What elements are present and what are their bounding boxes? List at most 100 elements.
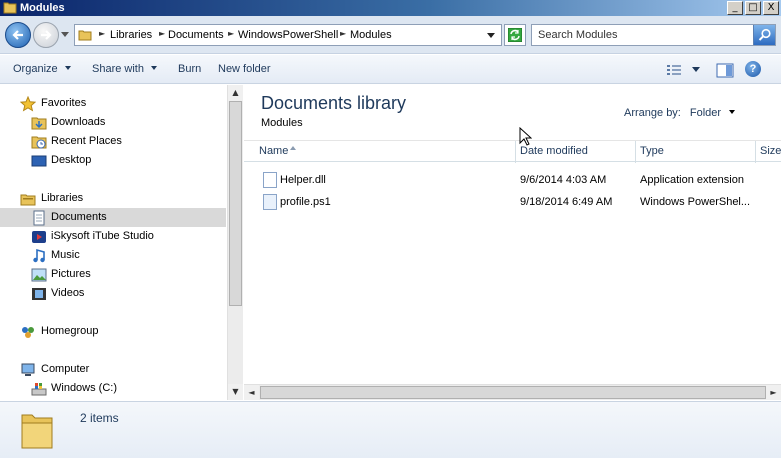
search-placeholder: Search Modules [538,29,618,41]
computer-icon [21,363,35,376]
column-header-name[interactable]: Name [259,145,288,157]
file-date: 9/6/2014 4:03 AM [520,174,607,186]
recent-pages-dropdown-icon[interactable] [61,32,69,38]
breadcrumb-documents[interactable]: Documents [168,29,224,41]
column-divider[interactable] [635,141,636,163]
forward-button[interactable] [33,22,59,48]
organize-menu[interactable]: Organize [13,63,71,75]
refresh-button[interactable] [504,24,526,46]
sort-ascending-icon [290,146,296,150]
nav-item-libraries[interactable]: Libraries [0,189,226,208]
view-options-dropdown-icon[interactable] [692,67,700,73]
documents-icon [33,210,45,226]
file-name: profile.ps1 [280,196,331,208]
folder-icon [3,2,17,14]
file-row[interactable]: profile.ps1 9/18/2014 6:49 AM Windows Po… [260,192,780,212]
homegroup-icon [22,327,34,338]
nav-item-favorites[interactable]: Favorites [0,94,226,113]
search-button[interactable] [753,25,775,45]
new-folder-button[interactable]: New folder [218,63,271,75]
library-title: Documents library [261,93,407,113]
breadcrumb-arrow-icon[interactable]: ► [99,29,105,38]
forward-arrow-icon [41,30,52,40]
scrollbar-thumb[interactable] [229,101,242,306]
nav-label: Libraries [41,192,84,204]
search-icon [758,28,771,41]
breadcrumb-modules[interactable]: Modules [350,29,392,41]
nav-item-itube-studio[interactable]: iSkysoft iTube Studio [0,227,226,246]
breadcrumb-libraries[interactable]: Libraries [110,29,152,41]
address-history-dropdown-icon[interactable] [487,33,495,38]
nav-item-recent-places[interactable]: Recent Places [0,132,226,151]
minimize-button[interactable]: _ [727,1,743,15]
close-button[interactable]: X [763,1,779,15]
dll-file-icon [263,172,277,188]
column-divider[interactable] [515,141,516,163]
maximize-button[interactable]: □ [745,1,761,15]
nav-label: iSkysoft iTube Studio [51,230,154,242]
horizontal-scrollbar[interactable]: ◄ ► [244,384,781,400]
refresh-icon [508,28,522,42]
help-icon[interactable]: ? [745,61,761,77]
star-icon [20,96,36,112]
nav-label: Music [51,249,80,261]
file-date: 9/18/2014 6:49 AM [520,196,613,208]
window-title: Modules [20,2,65,14]
search-input[interactable]: Search Modules [531,24,776,46]
folder-icon [21,414,53,449]
scroll-down-icon[interactable]: ▼ [228,384,243,400]
change-view-icon[interactable] [666,63,682,77]
file-name: Helper.dll [280,174,326,186]
library-subtitle: Modules [261,117,303,129]
desktop-icon [31,155,47,167]
nav-item-pictures[interactable]: Pictures [0,265,226,284]
details-pane: 2 items [0,401,781,458]
nav-item-computer[interactable]: Computer [0,360,226,379]
scrollbar-thumb[interactable] [260,386,766,399]
address-bar: ► Libraries ► Documents ► WindowsPowerSh… [0,16,781,54]
arrange-by-label: Arrange by: [624,107,681,119]
address-field[interactable]: ► Libraries ► Documents ► WindowsPowerSh… [74,24,502,46]
nav-label: Documents [51,211,107,223]
file-type: Application extension [640,174,744,186]
column-divider[interactable] [755,141,756,163]
navigation-scrollbar[interactable]: ▲ ▼ [227,85,243,400]
nav-item-downloads[interactable]: Downloads [0,113,226,132]
column-header-size[interactable]: Size [760,145,781,157]
nav-label: Downloads [51,116,106,128]
organize-label: Organize [13,63,58,75]
title-bar: Modules _ □ X [0,0,781,16]
breadcrumb-windowspowershell[interactable]: WindowsPowerShell [238,29,338,41]
nav-item-documents[interactable]: Documents [0,208,226,227]
scroll-up-icon[interactable]: ▲ [228,85,243,101]
downloads-folder-icon [31,117,47,130]
column-header-date-modified[interactable]: Date modified [520,145,588,157]
item-count: 2 items [80,411,119,425]
nav-item-music[interactable]: Music [0,246,226,265]
nav-label: Homegroup [41,325,99,337]
nav-item-desktop[interactable]: Desktop [0,151,226,170]
file-row[interactable]: Helper.dll 9/6/2014 4:03 AM Application … [260,170,780,190]
column-header-type[interactable]: Type [640,145,664,157]
command-bar: Organize Share with Burn New folder ? [0,55,781,84]
preview-pane-icon[interactable] [716,63,734,78]
nav-item-homegroup[interactable]: Homegroup [0,322,226,341]
burn-button[interactable]: Burn [178,63,201,75]
music-icon [33,248,45,263]
back-button[interactable] [5,22,31,48]
arrange-by-control[interactable]: Arrange by: Folder [624,107,736,119]
nav-item-windows-c[interactable]: Windows (C:) [0,379,226,398]
back-arrow-icon [12,30,23,40]
breadcrumb-arrow-icon[interactable]: ► [340,29,346,38]
recent-places-icon [31,136,47,149]
folder-icon [78,30,92,41]
chevron-down-icon [729,110,736,114]
window-controls: _ □ X [727,1,779,15]
breadcrumb-arrow-icon[interactable]: ► [159,29,165,38]
nav-item-videos[interactable]: Videos [0,284,226,303]
drive-icon [31,383,47,396]
breadcrumb-arrow-icon[interactable]: ► [228,29,234,38]
scroll-left-icon[interactable]: ◄ [244,385,259,400]
scroll-right-icon[interactable]: ► [766,385,781,400]
share-with-menu[interactable]: Share with [92,63,157,75]
